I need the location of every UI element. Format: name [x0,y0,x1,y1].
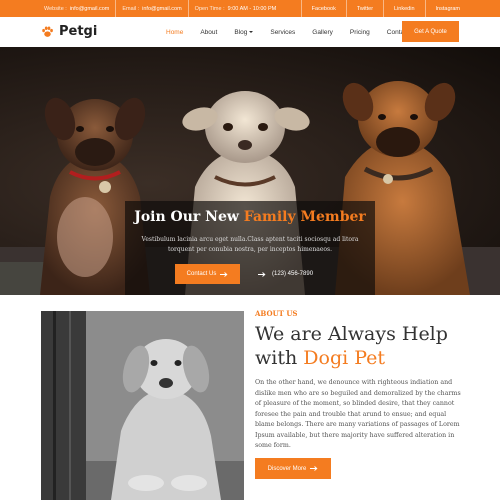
about-text: On the other hand, we denounce with righ… [255,379,461,449]
paw-icon [42,26,53,37]
email-value[interactable]: info@gmail.com [142,6,182,12]
arrow-right-icon [258,271,266,277]
nav-menu: Home About Blog Services Gallery Pricing… [166,17,409,47]
about-title-accent: Dogi Pet [303,347,386,369]
arrow-right-icon [220,271,228,277]
arrow-right-icon [310,466,318,471]
twitter-link[interactable]: Twitter [345,0,383,17]
nav-about[interactable]: About [200,29,217,36]
about-title: We are Always Help with Dogi Pet [255,322,475,370]
about-dog-photo [41,311,244,500]
nav-home[interactable]: Home [166,29,183,36]
social-links: Facebook Twitter Linkedin Instagram [300,0,460,17]
contact-us-label: Contact Us [186,271,217,277]
hero-title-plain: Join Our New [134,209,244,225]
nav-gallery[interactable]: Gallery [312,29,333,36]
facebook-link[interactable]: Facebook [300,0,346,17]
email-info: Email : info@gmail.com [116,0,189,17]
hours-info: Open Time : 9:00 AM - 10:00 PM [189,0,283,17]
discover-more-button[interactable]: Discover More [255,458,331,479]
discover-more-label: Discover More [267,465,307,472]
top-bar: Website : info@gmail.com Email : info@gm… [0,0,500,17]
about-label: ABOUT US [255,309,298,318]
logo-text: Petgi [59,24,98,39]
hours-value: 9:00 AM - 10:00 PM [227,5,277,12]
hours-label: Open Time : [194,5,225,12]
nav-blog[interactable]: Blog [234,28,254,36]
hero-banner: Join Our New Family Member Vestibulum la… [0,47,500,295]
instagram-link[interactable]: Instagram [424,0,460,17]
email-label: Email : [122,5,140,12]
nav-blog-label: Blog [234,28,248,36]
contact-info: Website : info@gmail.com Email : info@gm… [44,0,282,17]
chevron-down-icon [249,31,254,33]
website-info: Website : info@gmail.com [44,0,117,17]
contact-us-button[interactable]: Contact Us [175,264,240,284]
nav-pricing[interactable]: Pricing [350,29,370,36]
website-value[interactable]: info@gmail.com [70,6,110,12]
logo[interactable]: Petgi [41,24,97,39]
phone-text: (123) 456-7890 [272,271,314,277]
hero-title: Join Our New Family Member [125,209,375,225]
about-title-line2: with Dogi Pet [255,346,475,370]
about-title-plain: with [255,347,304,369]
hero-overlay: Join Our New Family Member Vestibulum la… [125,201,375,295]
get-a-quote-button[interactable]: Get A Quote [402,21,459,42]
phone-number[interactable]: (123) 456-7890 [258,264,313,284]
hero-text: Vestibulum lacinia arcu eget nulla.Class… [141,236,359,253]
hero-title-accent: Family Member [243,209,366,225]
about-title-line1: We are Always Help [255,323,448,345]
nav-services[interactable]: Services [270,29,295,36]
linkedin-link[interactable]: Linkedin [383,0,425,17]
website-label: Website : [44,5,67,12]
